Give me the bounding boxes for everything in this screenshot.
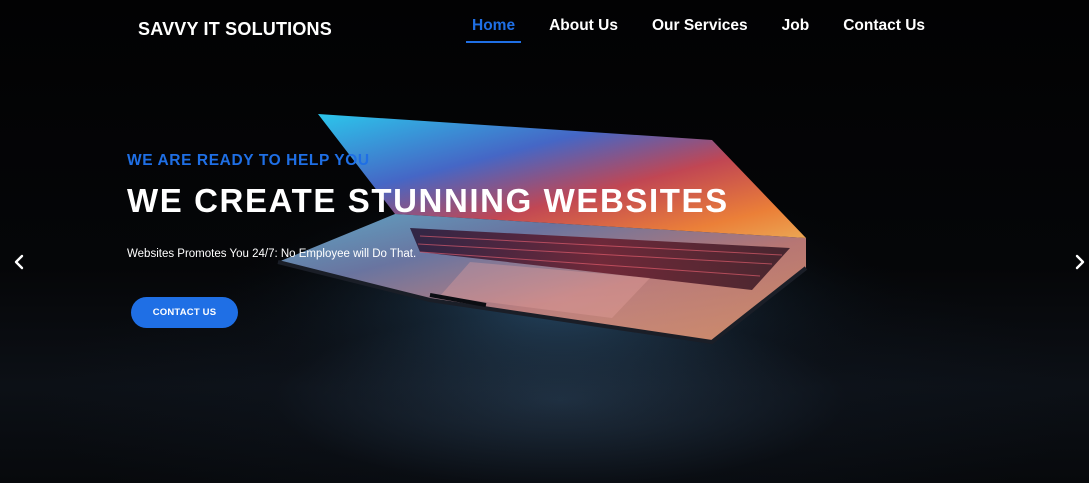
nav-job[interactable]: Job	[774, 16, 818, 43]
carousel-prev-button[interactable]	[9, 252, 29, 272]
nav-home[interactable]: Home	[464, 16, 523, 43]
hero-title: WE CREATE STUNNING WEBSITES	[127, 182, 729, 219]
nav-about-us[interactable]: About Us	[541, 16, 626, 43]
carousel-next-button[interactable]	[1070, 252, 1089, 272]
chevron-right-icon	[1075, 254, 1085, 270]
laptop-image	[200, 114, 920, 430]
nav-contact-us[interactable]: Contact Us	[835, 16, 933, 43]
main-nav: Home About Us Our Services Job Contact U…	[464, 16, 951, 43]
hero-description: Websites Promotes You 24/7: No Employee …	[127, 248, 417, 260]
nav-our-services[interactable]: Our Services	[644, 16, 756, 43]
chevron-left-icon	[14, 254, 24, 270]
contact-us-button[interactable]: CONTACT US	[131, 297, 238, 328]
brand-logo[interactable]: SAVVY IT SOLUTIONS	[138, 19, 332, 40]
hero-subtitle: WE ARE READY TO HELP YOU	[127, 152, 370, 169]
hero-banner: SAVVY IT SOLUTIONS Home About Us Our Ser…	[0, 0, 1089, 483]
